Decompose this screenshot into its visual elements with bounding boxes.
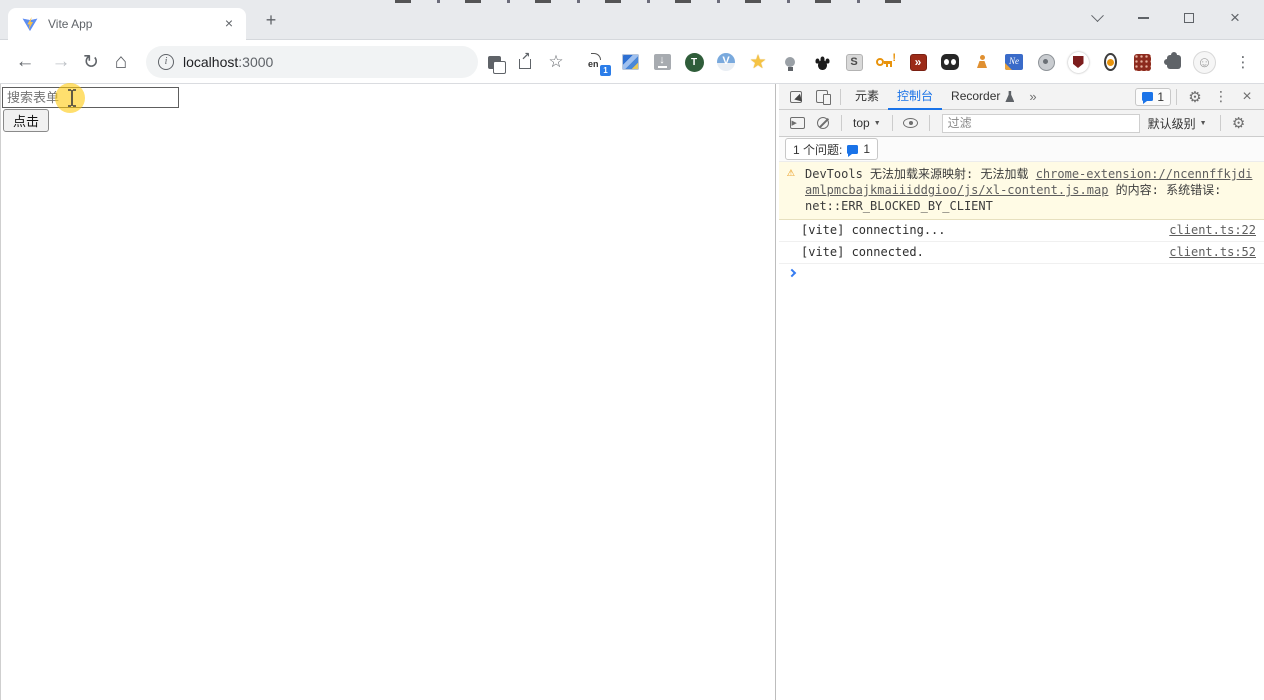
console-filter-input[interactable] — [942, 114, 1140, 133]
ne-extension-icon[interactable]: Ne — [998, 40, 1030, 84]
divider — [892, 115, 893, 131]
share-icon[interactable] — [509, 40, 541, 84]
extensions-row: en 1 ↓ T V ★ S ! » Ne — [582, 40, 1190, 84]
devtools-close-icon[interactable]: × — [1234, 84, 1260, 109]
issues-bubble-icon — [1142, 92, 1153, 101]
divider — [841, 115, 842, 131]
site-info-icon[interactable]: i — [158, 54, 174, 70]
tab-recorder[interactable]: Recorder — [942, 84, 1023, 110]
vite-logo-icon — [22, 16, 38, 32]
console-warning-message: ⚠ DevTools 无法加载来源映射: 无法加载 chrome-extensi… — [779, 162, 1264, 220]
address-bar[interactable]: i localhost:3000 — [146, 46, 478, 78]
issues-infobar: 1 个问题: 1 — [779, 137, 1264, 162]
home-icon[interactable]: ⌂ — [104, 40, 138, 84]
log-levels-selector[interactable]: 默认级别 ▼ — [1140, 115, 1215, 132]
download-extension-icon[interactable]: ↓ — [646, 40, 678, 84]
device-toolbar-icon[interactable] — [809, 84, 835, 109]
divider — [1220, 115, 1221, 131]
console-log-row: [vite] connecting... client.ts:22 — [779, 220, 1264, 242]
s-square-extension-icon[interactable]: S — [838, 40, 870, 84]
divider — [840, 89, 841, 105]
pixel-art-extension-icon[interactable] — [614, 40, 646, 84]
devtools-settings-icon[interactable]: ⚙ — [1182, 84, 1208, 109]
console-log-row: [vite] connected. client.ts:52 — [779, 242, 1264, 264]
page-content: 点击 — [0, 84, 775, 700]
maximize-icon[interactable] — [1166, 2, 1212, 34]
oval-dot-extension-icon[interactable] — [1094, 40, 1126, 84]
lightbulb-extension-icon[interactable] — [774, 40, 806, 84]
shield-t-extension-icon[interactable]: T — [678, 40, 710, 84]
devtools-panel: 元素 控制台 Recorder » 1 ⚙ ⋮ × ▶ top ▼ 默认级别 ▼ — [779, 84, 1264, 700]
inspect-element-icon[interactable] — [783, 84, 809, 109]
warning-triangle-icon: ⚠ — [787, 165, 795, 181]
chevron-down-icon: ▼ — [874, 120, 881, 127]
tab-close-icon[interactable]: × — [220, 15, 238, 33]
devtools-tabbar: 元素 控制台 Recorder » 1 ⚙ ⋮ × — [779, 84, 1264, 110]
fast-forward-extension-icon[interactable]: » — [902, 40, 934, 84]
browser-tab[interactable]: Vite App × — [8, 8, 246, 40]
click-button[interactable]: 点击 — [3, 109, 49, 132]
gnome-foot-extension-icon[interactable] — [806, 40, 838, 84]
film-reel-extension-icon[interactable] — [1030, 40, 1062, 84]
v-circle-extension-icon[interactable]: V — [710, 40, 742, 84]
star-extension-icon[interactable]: ★ — [742, 40, 774, 84]
tab-title: Vite App — [48, 17, 220, 31]
console-prompt[interactable] — [779, 264, 1264, 276]
titlebar: Vite App × + × — [0, 0, 1264, 40]
live-expression-eye-icon[interactable] — [898, 111, 924, 136]
source-link[interactable]: client.ts:22 — [1169, 223, 1256, 238]
console-toolbar: ▶ top ▼ 默认级别 ▼ ⚙ — [779, 110, 1264, 137]
background-window-sliver — [395, 0, 910, 3]
profile-avatar[interactable]: ☺ — [1193, 51, 1216, 74]
divider — [1176, 89, 1177, 105]
tab-elements[interactable]: 元素 — [846, 84, 888, 110]
tab-search-icon[interactable] — [1074, 2, 1120, 34]
clear-console-icon[interactable] — [810, 111, 836, 136]
devtools-menu-icon[interactable]: ⋮ — [1208, 84, 1234, 109]
tab-console[interactable]: 控制台 — [888, 84, 942, 110]
translate-extension-icon[interactable]: en 1 — [582, 40, 614, 84]
issues-button[interactable]: 1 个问题: 1 — [785, 138, 878, 160]
puzzle-extensions-icon[interactable] — [1158, 40, 1190, 84]
chevron-down-icon: ▼ — [1200, 120, 1207, 127]
minimize-icon[interactable] — [1120, 2, 1166, 34]
experiment-flask-icon — [1005, 91, 1014, 102]
dark-dots-extension-icon[interactable] — [934, 40, 966, 84]
ublock-origin-extension-icon[interactable] — [1062, 40, 1094, 84]
more-tabs-icon[interactable]: » — [1023, 89, 1042, 104]
red-pattern-extension-icon[interactable] — [1126, 40, 1158, 84]
translate-badge: 1 — [600, 65, 611, 76]
prompt-chevron-icon — [788, 269, 796, 277]
browser-toolbar: ← → ↻ ⌂ i localhost:3000 ☆ en 1 ↓ T V ★ … — [0, 40, 1264, 84]
forward-icon[interactable]: → — [44, 40, 78, 84]
source-link[interactable]: client.ts:52 — [1169, 245, 1256, 260]
person-extension-icon[interactable] — [966, 40, 998, 84]
bookmark-star-icon[interactable]: ☆ — [540, 40, 572, 84]
reload-icon[interactable]: ↻ — [74, 40, 108, 84]
issues-bubble-icon — [847, 145, 858, 154]
issues-counter[interactable]: 1 — [1135, 88, 1171, 106]
translate-icon[interactable] — [478, 40, 510, 84]
new-tab-button[interactable]: + — [258, 10, 284, 32]
url-text: localhost:3000 — [183, 54, 273, 70]
divider — [929, 115, 930, 131]
search-input[interactable] — [2, 87, 179, 108]
console-sidebar-icon[interactable]: ▶ — [784, 111, 810, 136]
context-selector[interactable]: top ▼ — [847, 116, 887, 130]
window-close-icon[interactable]: × — [1212, 2, 1258, 34]
browser-menu-icon[interactable]: ⋮ — [1228, 40, 1258, 84]
key-extension-icon[interactable]: ! — [870, 40, 902, 84]
console-settings-icon[interactable]: ⚙ — [1226, 111, 1252, 136]
window-controls: × — [1074, 0, 1258, 36]
devtools-resize-handle[interactable] — [775, 84, 776, 700]
back-icon[interactable]: ← — [8, 40, 42, 84]
